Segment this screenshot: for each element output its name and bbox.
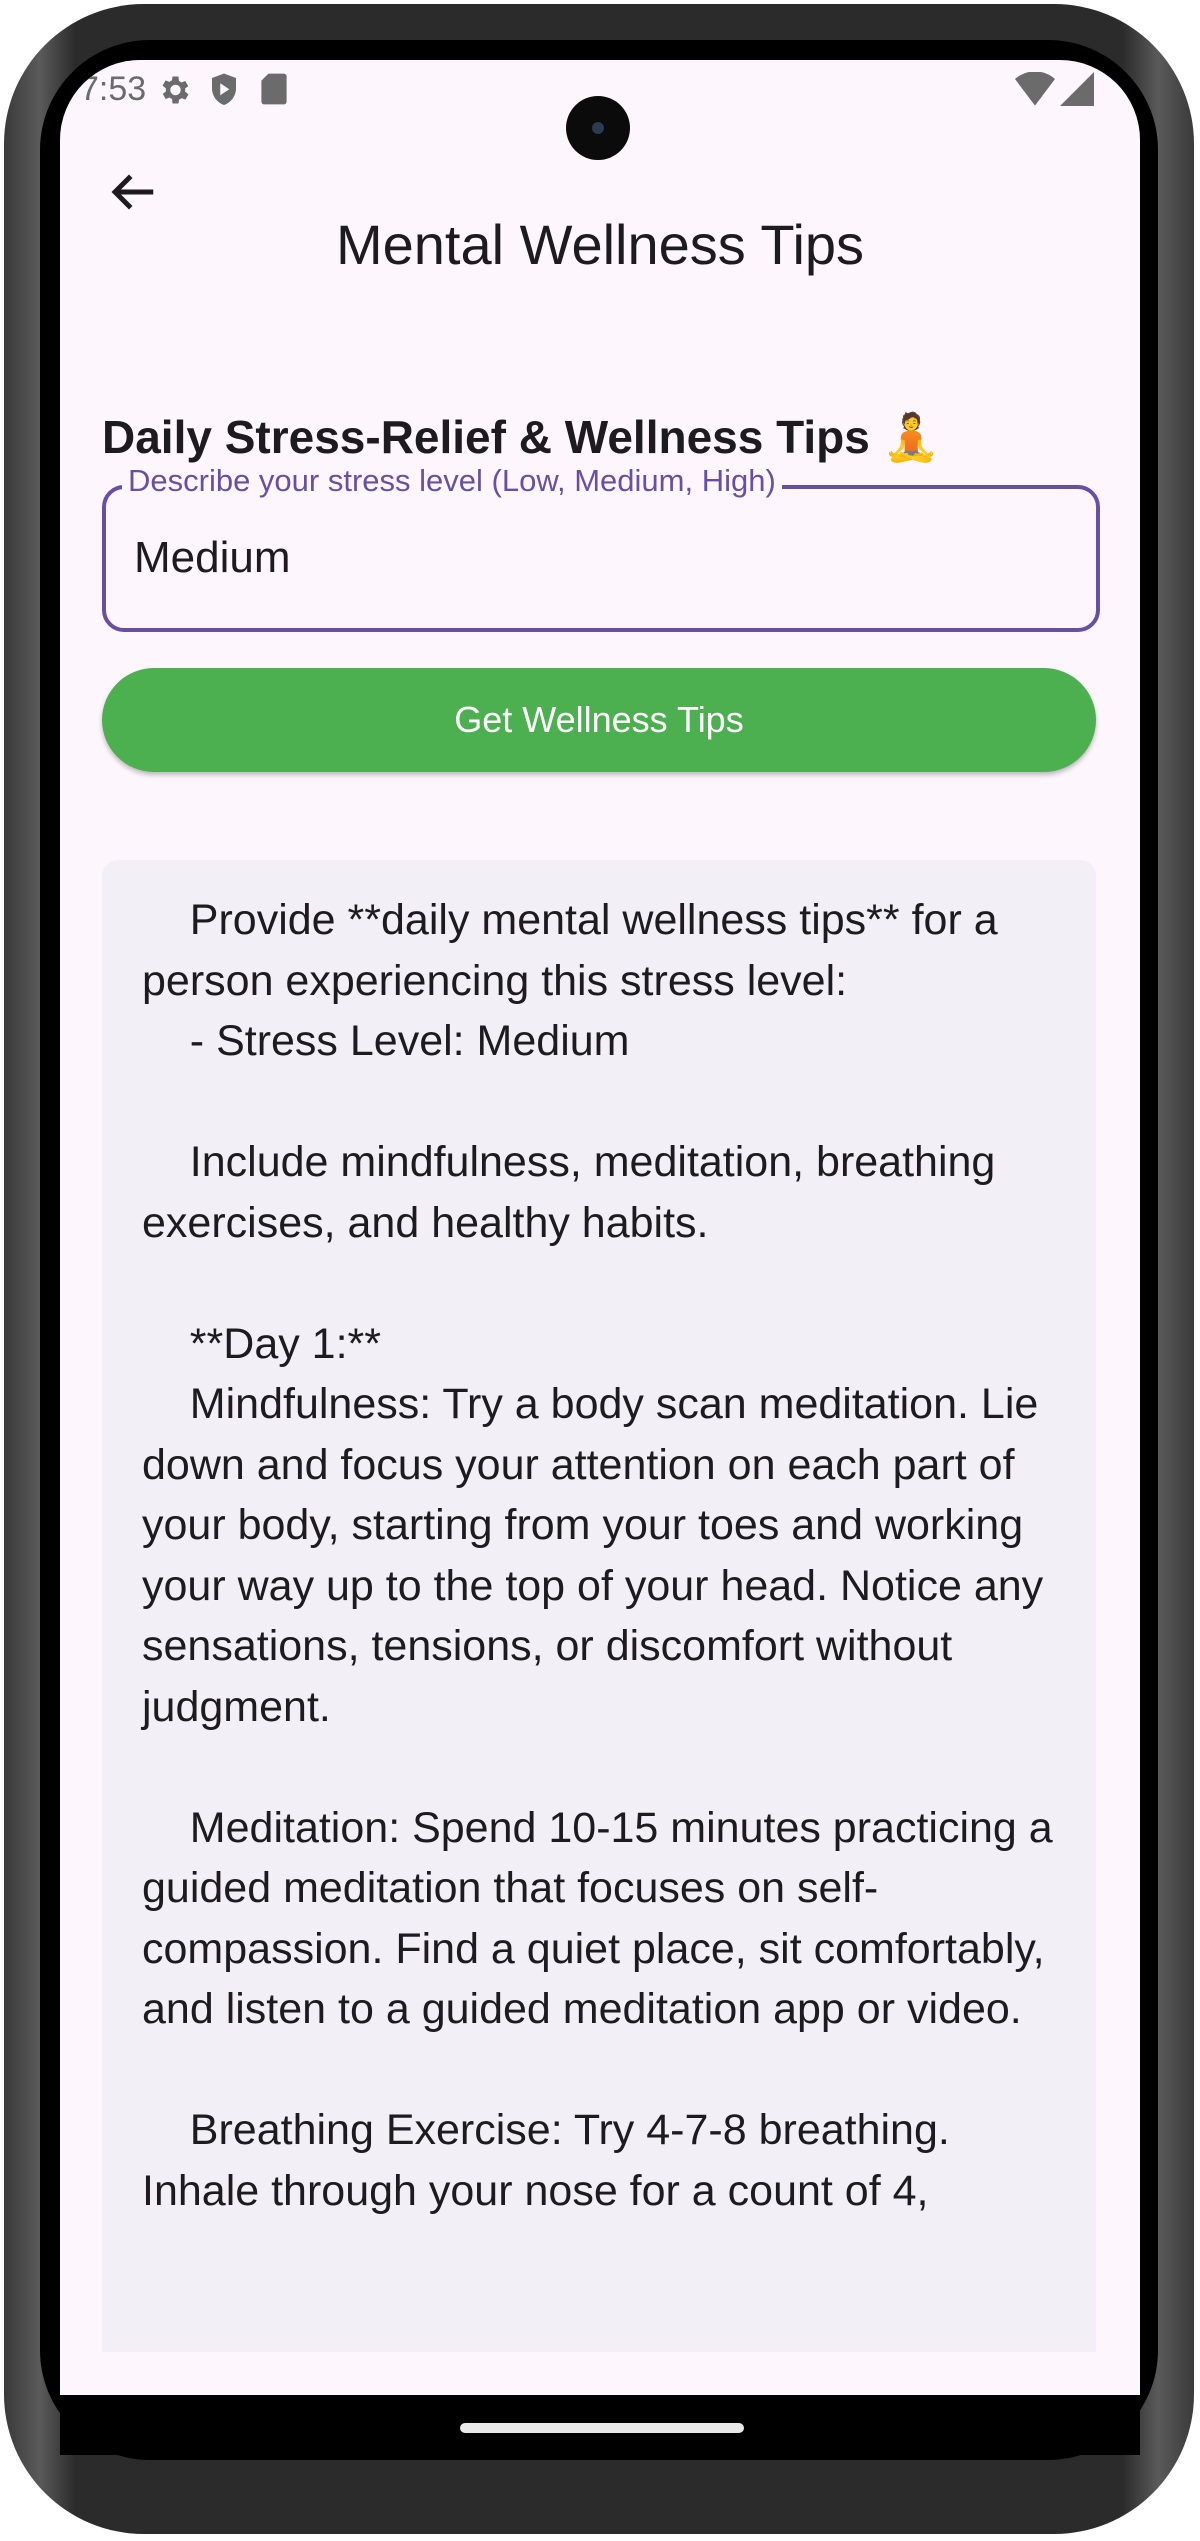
stress-level-value[interactable]: Medium: [134, 533, 291, 583]
screen: 7:53 Mental Wellness Tips Daily Stress-R…: [60, 60, 1140, 2395]
gear-icon: [162, 76, 189, 104]
shield-play-icon: [212, 73, 236, 105]
section-heading: Daily Stress-Relief & Wellness Tips 🧘: [102, 411, 940, 463]
front-camera: [566, 96, 630, 160]
stress-level-label: Describe your stress level (Low, Medium,…: [122, 463, 782, 499]
cell-signal-icon: [1060, 72, 1094, 106]
status-time: 7:53: [80, 70, 147, 108]
sd-card-icon: [261, 73, 287, 105]
stress-level-input[interactable]: Describe your stress level (Low, Medium,…: [102, 463, 1100, 632]
home-gesture-handle[interactable]: [460, 2423, 744, 2433]
arrow-left-icon[interactable]: [106, 165, 160, 219]
result-card[interactable]: Provide **daily mental wellness tips** f…: [102, 860, 1096, 2352]
wifi-icon: [1015, 72, 1055, 106]
get-wellness-tips-button[interactable]: Get Wellness Tips: [102, 668, 1096, 772]
result-text: Provide **daily mental wellness tips** f…: [142, 896, 1053, 2215]
page-title: Mental Wellness Tips: [335, 213, 865, 276]
